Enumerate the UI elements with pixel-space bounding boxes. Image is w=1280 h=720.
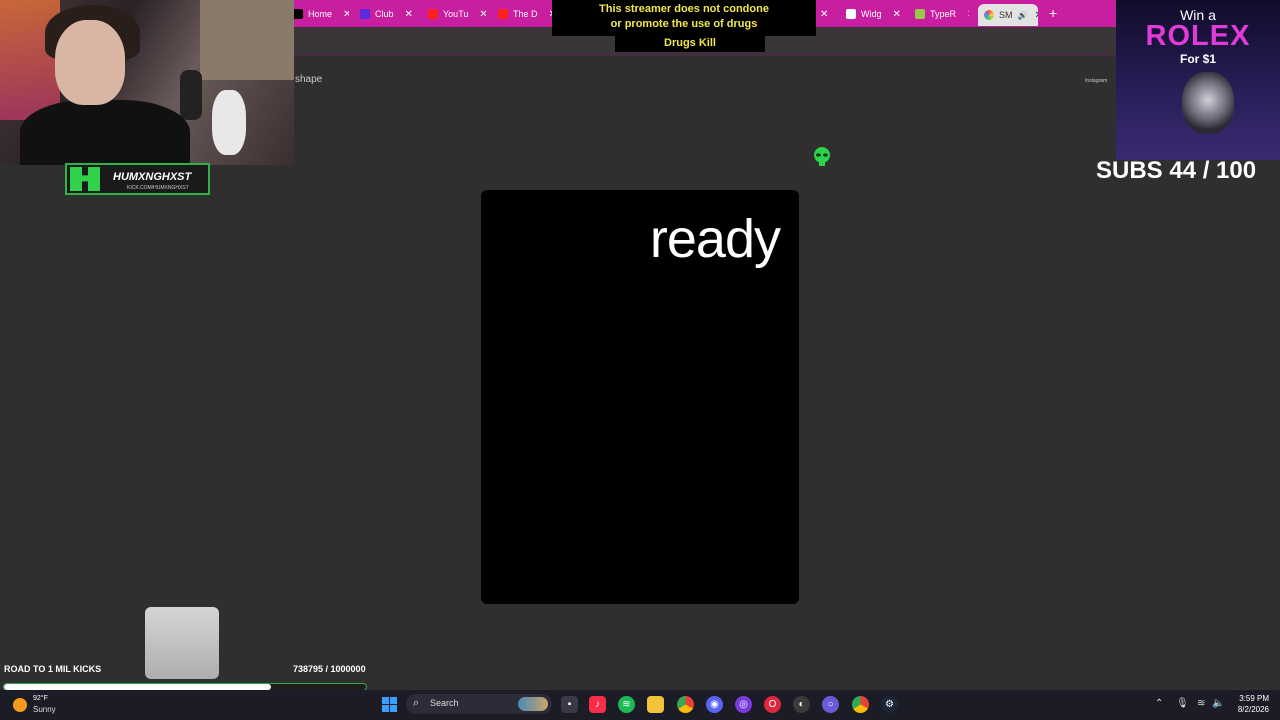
taskbar-search[interactable]: ⌕ Search xyxy=(406,694,552,714)
chrome-icon[interactable] xyxy=(677,696,694,713)
close-icon[interactable]: ✕ xyxy=(1034,10,1038,21)
close-icon[interactable]: ✕ xyxy=(343,9,349,20)
ready-card[interactable]: ready xyxy=(481,190,799,604)
tab-club[interactable]: Club ✕ xyxy=(360,5,417,23)
tab-the-d[interactable]: The D ✕ xyxy=(498,5,553,23)
kick-logo-icon xyxy=(70,167,100,191)
opera-icon[interactable]: O xyxy=(764,696,781,713)
tab-label: Club xyxy=(375,9,394,19)
alien-icon xyxy=(814,147,830,166)
obs-icon[interactable]: ◐ xyxy=(793,696,810,713)
webcam-background xyxy=(200,0,294,80)
new-tab-button[interactable]: + xyxy=(1049,5,1057,21)
weather-condition[interactable]: Sunny xyxy=(33,705,56,714)
webcam-feed xyxy=(0,0,294,165)
clock-date[interactable]: 8/2/2026 xyxy=(1229,705,1269,714)
disclaimer-warning: Drugs Kill xyxy=(615,35,765,52)
apple-music-icon[interactable]: ♪ xyxy=(589,696,606,713)
glass-jar-graphic xyxy=(145,607,219,679)
tab-label: YouTu xyxy=(443,9,469,19)
discord-icon[interactable]: ◉ xyxy=(706,696,723,713)
task-view-icon[interactable]: ▪ xyxy=(561,696,578,713)
app-icon-circle[interactable]: ○ xyxy=(822,696,839,713)
microphone-icon[interactable]: 🎙 xyxy=(1176,698,1189,709)
chevron-up-icon[interactable]: ⌃ xyxy=(1155,698,1163,709)
disclaimer-line: This streamer does not condone xyxy=(599,3,769,15)
search-highlight-image xyxy=(518,697,548,711)
tab-active[interactable]: SM 🔊 ✕ xyxy=(978,4,1038,26)
tab-typeracer[interactable]: TypeR ✕ xyxy=(915,5,969,23)
plush-figure xyxy=(212,90,246,155)
tab-hidden[interactable]: ✕ xyxy=(820,5,830,23)
typeracer-icon xyxy=(915,9,925,19)
ad-brand: ROLEX xyxy=(1145,20,1251,52)
youtube-icon xyxy=(428,9,438,19)
close-icon[interactable]: ✕ xyxy=(967,9,969,20)
search-label: Search xyxy=(430,698,459,708)
rolex-ad: Win a ROLEX For $1 xyxy=(1116,0,1280,160)
close-icon[interactable]: ✕ xyxy=(405,9,413,20)
streamer-name-plate: HUMXNGHXST KICK.COM/HUMXNGHXST xyxy=(65,163,210,195)
goal-label: ROAD TO 1 MIL KICKS xyxy=(4,664,102,674)
tab-youtube[interactable]: YouTu ✕ xyxy=(428,5,486,23)
club-icon xyxy=(360,9,370,19)
streamer-url: KICK.COM/HUMXNGHXST xyxy=(127,185,189,191)
steam-icon[interactable]: ⚙ xyxy=(881,696,898,713)
chrome-active-icon[interactable] xyxy=(852,696,869,713)
colorful-icon xyxy=(984,10,994,20)
widget-icon xyxy=(846,9,856,19)
app-icon-purple[interactable]: ◎ xyxy=(735,696,752,713)
clock-time[interactable]: 3:59 PM xyxy=(1237,694,1269,703)
card-status-text: ready xyxy=(649,209,781,269)
close-icon[interactable]: ✕ xyxy=(820,9,828,20)
microphone xyxy=(180,70,202,120)
file-explorer-icon[interactable] xyxy=(647,696,664,713)
tab-label: The D xyxy=(513,9,538,19)
disclaimer-banner: This streamer does not condone or promot… xyxy=(552,0,816,36)
streamer-face xyxy=(55,20,125,105)
goal-count: 738795 / 1000000 xyxy=(293,664,366,674)
subs-counter: SUBS 44 / 100 xyxy=(1096,157,1257,184)
close-icon[interactable]: ✕ xyxy=(479,9,486,20)
youtube-icon xyxy=(498,9,508,19)
sun-icon[interactable] xyxy=(13,698,27,712)
wifi-icon[interactable]: ≋ xyxy=(1197,698,1205,709)
x-logo-icon xyxy=(293,9,303,19)
weather-temp[interactable]: 92°F xyxy=(33,695,48,702)
spotify-icon[interactable]: ≋ xyxy=(618,696,635,713)
speaker-icon[interactable]: 🔊 xyxy=(1018,11,1028,20)
tab-widget[interactable]: Widg ✕ xyxy=(846,5,901,23)
watch-image xyxy=(1182,72,1234,134)
tab-label: Widg xyxy=(861,9,882,19)
close-icon[interactable]: ✕ xyxy=(893,9,901,20)
instagram-label[interactable]: Instagram xyxy=(1085,78,1107,84)
tab-label: TypeR xyxy=(930,9,957,19)
ad-price: For $1 xyxy=(1179,52,1216,66)
tab-label: Home xyxy=(308,9,333,19)
tab-label: SM xyxy=(999,10,1013,20)
disclaimer-line: or promote the use of drugs xyxy=(610,18,758,30)
streamer-body xyxy=(20,100,190,165)
search-icon: ⌕ xyxy=(413,697,420,709)
volume-icon[interactable]: 🔈 xyxy=(1212,698,1224,709)
tab-home[interactable]: Home ✕ xyxy=(293,5,349,23)
windows-start-icon[interactable] xyxy=(381,696,398,713)
shape-label: shape xyxy=(295,74,323,85)
streamer-name: HUMXNGHXST xyxy=(113,171,192,183)
windows-taskbar xyxy=(0,690,1280,720)
